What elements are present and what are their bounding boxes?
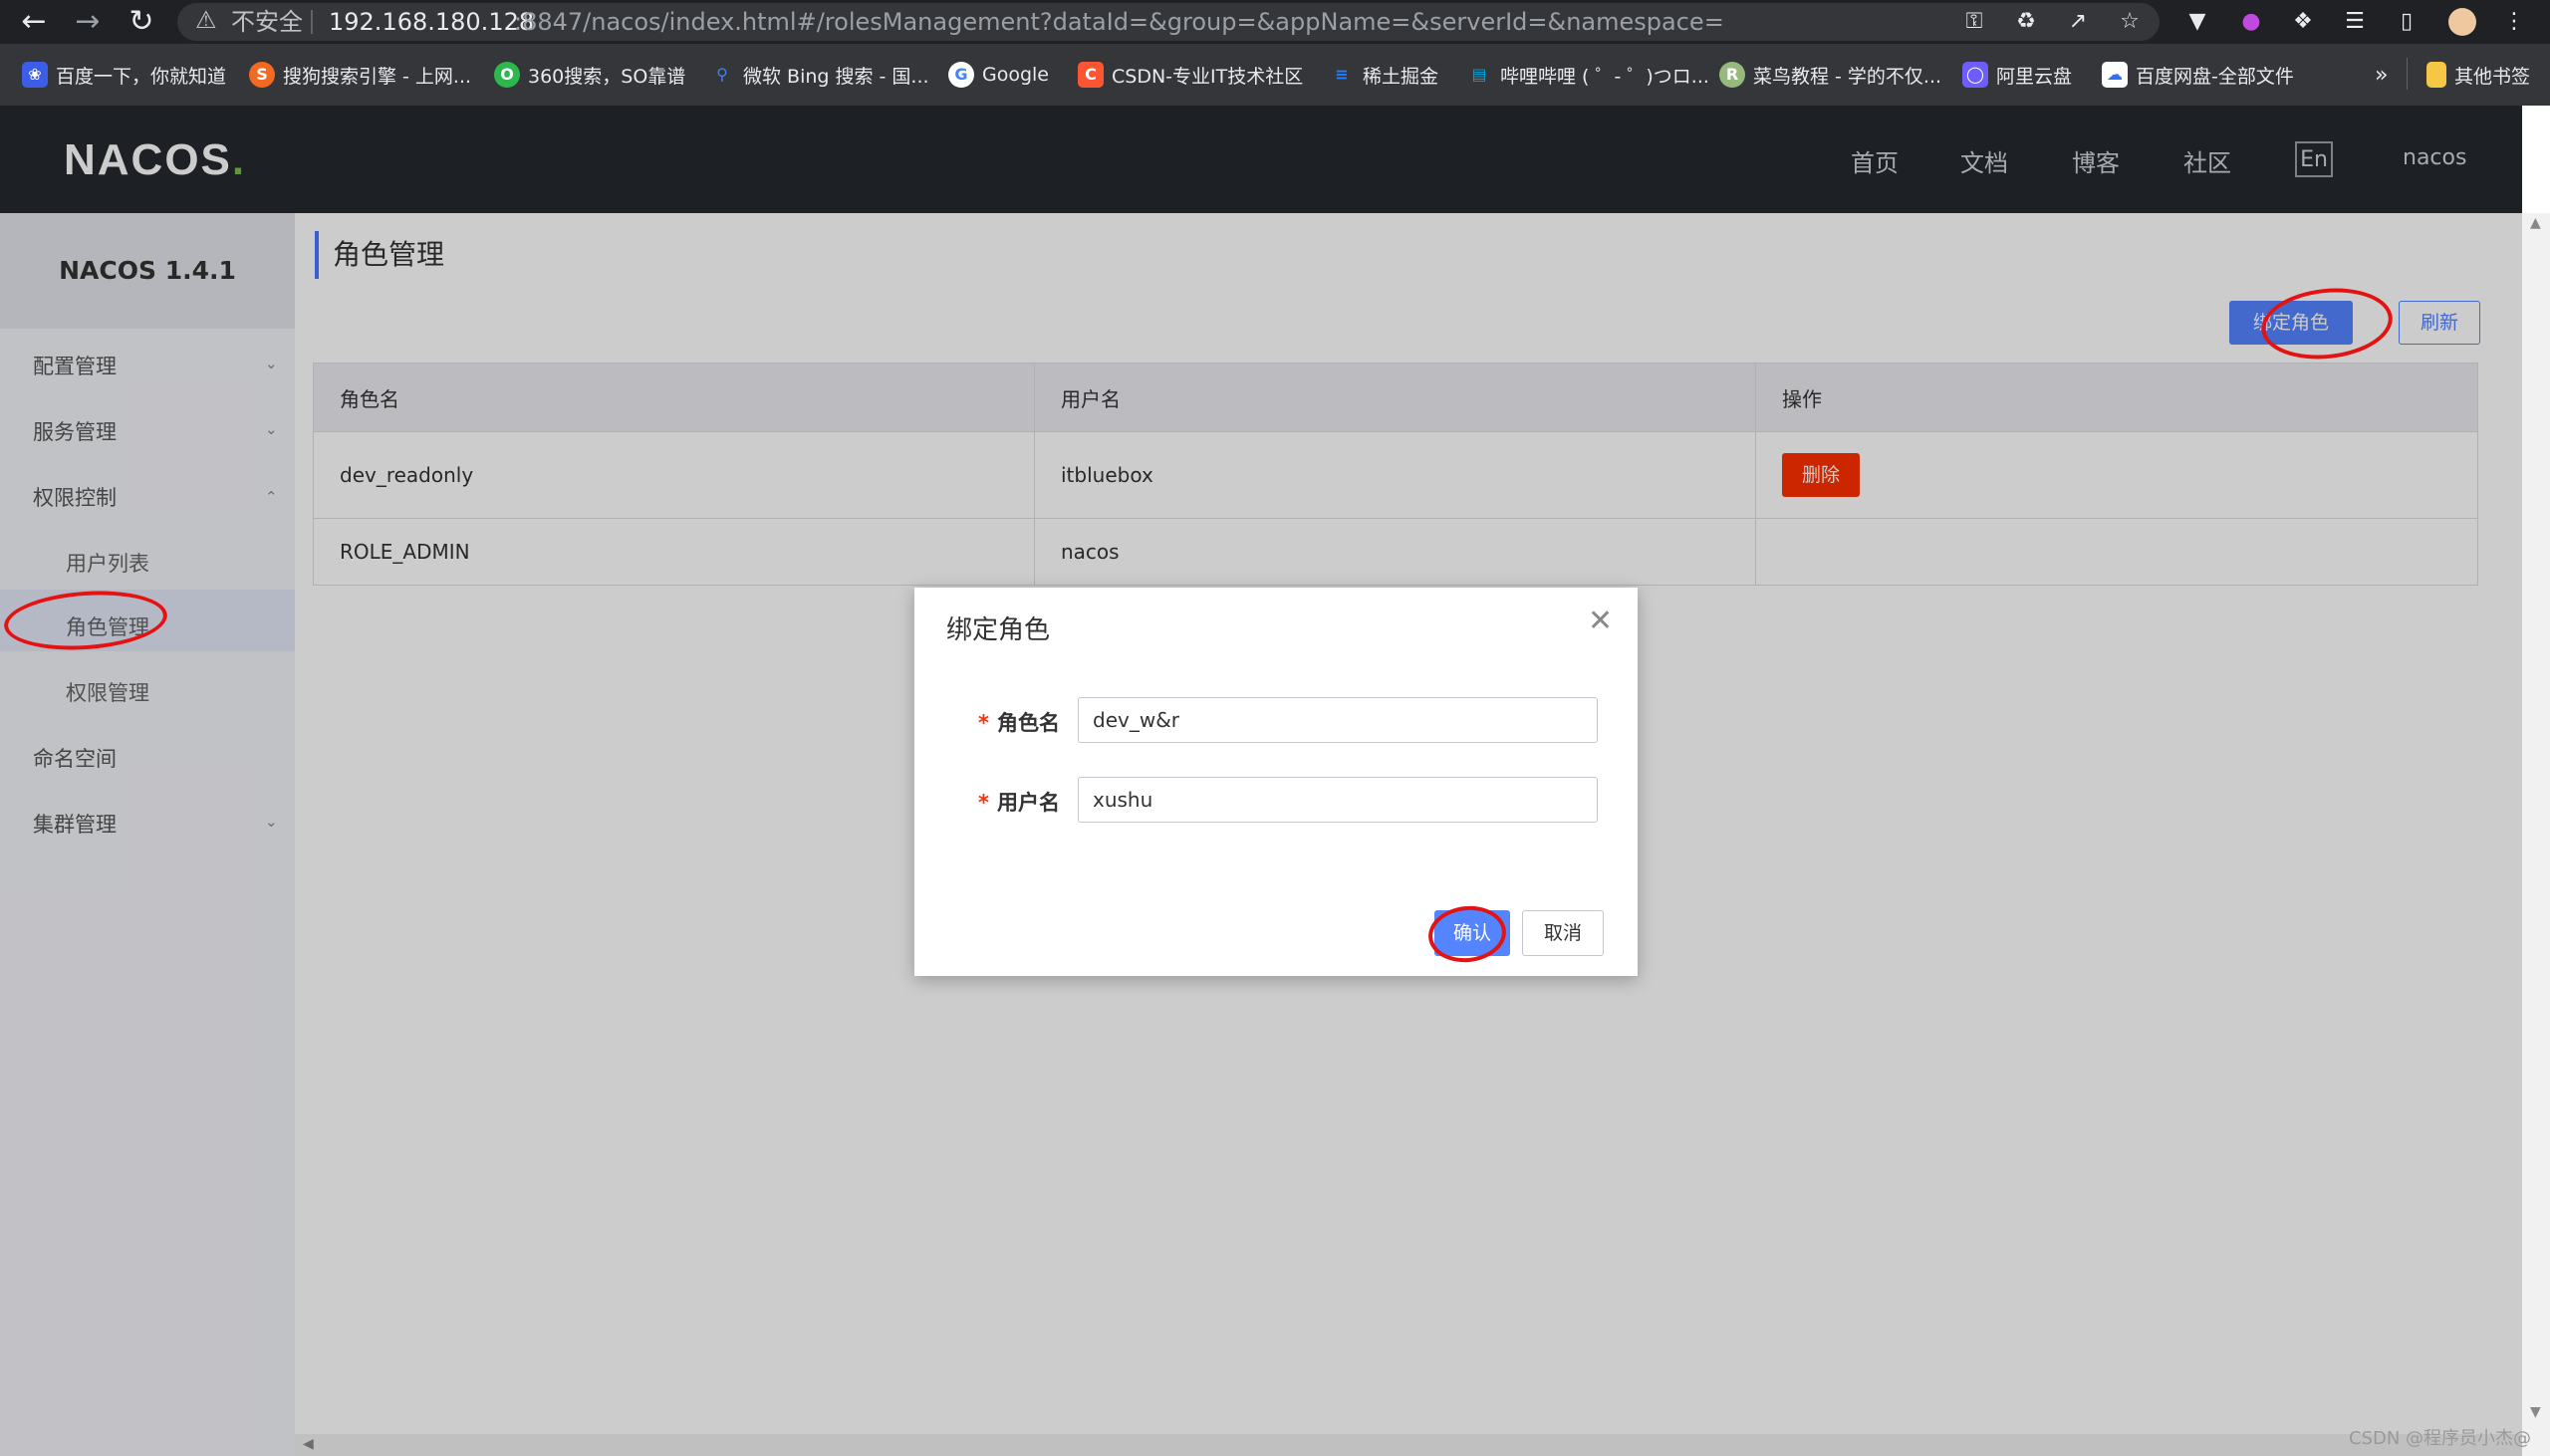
address-separator [311,10,313,34]
required-marker: * [978,711,989,735]
bookmark-label: 360搜索，SO靠谱 [528,65,686,88]
browser-toolbar: ← → ↻ ⚠ 不安全 192.168.180.128 :8847/nacos/… [0,0,2550,44]
bookmark-item[interactable]: S 搜狗搜索引擎 - 上网... [249,60,471,90]
username-label-text: 用户名 [996,791,1060,815]
bookmark-label: 搜狗搜索引擎 - 上网... [283,65,472,88]
baidu-pan-icon: ☁ [2102,62,2128,88]
bookmark-label: 菜鸟教程 - 学的不仅... [1753,65,1942,88]
bookmark-label: 百度网盘-全部文件 [2136,65,2294,88]
bookmark-divider [2407,58,2408,90]
back-icon[interactable]: ← [16,4,52,40]
bind-role-dialog: 绑定角色 ✕ * 角色名 dev_w&r * 用户名 xushu 确认 取消 [914,588,1638,976]
username-input[interactable]: xushu [1078,777,1598,823]
role-name-label-text: 角色名 [996,711,1060,735]
csdn-icon: C [1078,62,1104,88]
bookmark-label: 阿里云盘 [1996,65,2073,88]
bookmark-label: 稀土掘金 [1363,65,1439,88]
dialog-title: 绑定角色 [946,615,1051,645]
menu-icon[interactable]: ⋮ [2500,8,2528,36]
scroll-up-icon[interactable]: ▲ [2530,215,2541,231]
url-path[interactable]: :8847/nacos/index.html#/rolesManagement?… [514,6,1724,38]
avatar[interactable] [2448,8,2476,36]
bookmark-item[interactable]: ⚲ 微软 Bing 搜索 - 国... [709,60,929,90]
bookmark-item[interactable]: ❀ 百度一下，你就知道 [22,60,226,90]
bilibili-icon: ▤ [1471,65,1487,84]
translate-icon[interactable]: ♻ [2012,8,2040,36]
bookmark-item[interactable]: G Google [948,60,1049,90]
aliyun-drive-icon: ◯ [1962,62,1988,88]
insecure-label[interactable]: 不安全 [231,6,303,38]
so360-icon: O [494,62,520,88]
juejin-icon: ≡ [1335,65,1349,84]
puzzle-icon[interactable]: ❖ [2289,8,2317,36]
sidepanel-icon[interactable]: ▯ [2393,8,2421,36]
bing-icon: ⚲ [716,65,728,84]
cancel-button[interactable]: 取消 [1522,910,1604,956]
bookmark-item[interactable]: ◯ 阿里云盘 [1962,60,2072,90]
bookmark-label: CSDN-专业IT技术社区 [1112,65,1304,88]
bookmark-item[interactable]: R 菜鸟教程 - 学的不仅... [1719,60,1941,90]
role-name-input[interactable]: dev_w&r [1078,697,1598,743]
extension-v-icon[interactable]: ▼ [2183,8,2211,36]
scroll-down-icon[interactable]: ▼ [2530,1404,2541,1420]
extension-face-icon[interactable]: ● [2237,8,2265,36]
bookmarks-bar: ❀ 百度一下，你就知道 S 搜狗搜索引擎 - 上网... O 360搜索，SO靠谱 ⚲… [0,44,2550,106]
google-icon: G [948,62,974,88]
role-name-label: * 角色名 [978,707,1060,737]
media-icon[interactable]: ☰ [2341,8,2369,36]
bookmarks-more-button[interactable]: » [2375,60,2388,90]
bookmark-label: 哔哩哔哩 ( ゜- ゜)つロ... [1500,65,1709,88]
bookmark-label: 其他书签 [2454,65,2531,88]
bookmark-item[interactable]: ☁ 百度网盘-全部文件 [2102,60,2294,90]
bookmark-label: Google [982,64,1050,86]
url-host[interactable]: 192.168.180.128 [329,6,534,38]
vertical-scrollbar[interactable]: ▲ ▼ [2522,213,2550,1456]
sogou-icon: S [249,62,275,88]
bookmark-label: 微软 Bing 搜索 - 国... [743,65,929,88]
key-icon[interactable]: ⚿ [1960,8,1988,36]
username-label: * 用户名 [978,787,1060,817]
required-marker: * [978,791,989,815]
bookmark-item[interactable]: O 360搜索，SO靠谱 [494,60,685,90]
warning-icon[interactable]: ⚠ [195,6,217,34]
close-icon[interactable]: ✕ [1588,604,1613,638]
other-bookmarks[interactable]: 其他书签 [2426,60,2530,90]
star-icon[interactable]: ☆ [2116,8,2144,36]
watermark: CSDN @程序员小杰@ [2349,1428,2532,1449]
bookmark-item[interactable]: C CSDN-专业IT技术社区 [1078,60,1303,90]
runoob-icon: R [1719,62,1745,88]
folder-icon [2426,62,2446,88]
bookmark-item[interactable]: ≡ 稀土掘金 [1329,60,1438,90]
reload-icon[interactable]: ↻ [124,4,159,40]
forward-icon[interactable]: → [70,4,106,40]
share-icon[interactable]: ↗ [2064,8,2092,36]
baidu-icon: ❀ [22,62,48,88]
bookmark-label: 百度一下，你就知道 [56,65,227,88]
bookmark-item[interactable]: ▤ 哔哩哔哩 ( ゜- ゜)つロ... [1466,60,1709,90]
